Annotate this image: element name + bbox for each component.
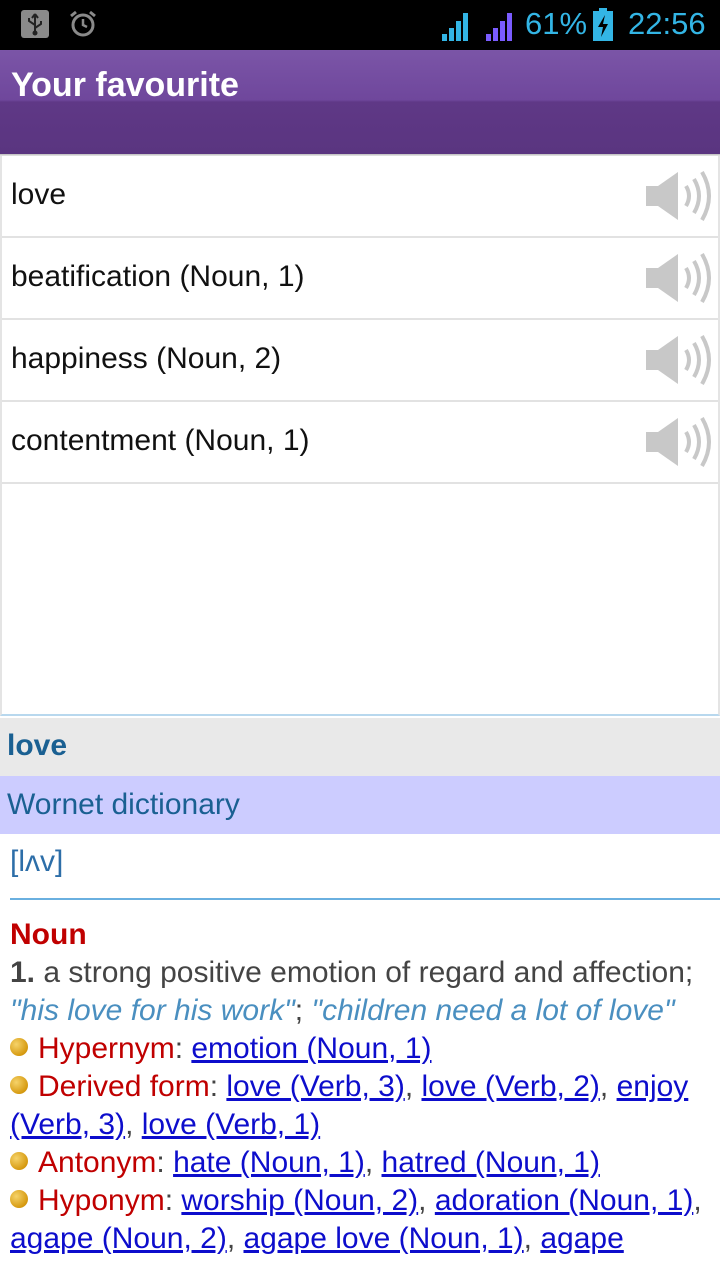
usb-icon (21, 10, 49, 38)
speaker-icon[interactable] (644, 248, 714, 308)
word-link[interactable]: love (Verb, 2) (421, 1070, 599, 1103)
word-title: love (7, 729, 68, 762)
speaker-icon[interactable] (644, 412, 714, 472)
word-link[interactable]: love (Verb, 3) (226, 1070, 404, 1103)
bullet-icon (10, 1152, 28, 1170)
relation-label: Antonym (38, 1146, 157, 1179)
speaker-icon[interactable] (644, 166, 714, 226)
relation-hypernym: Hypernym: emotion (Noun, 1) (10, 1030, 715, 1068)
divider (10, 898, 720, 900)
list-item[interactable]: beatification (Noun, 1) (2, 238, 718, 320)
page-title: Your favourite (11, 66, 239, 104)
bullet-icon (10, 1038, 28, 1056)
sense: 1. a strong positive emotion of regard a… (10, 954, 715, 1030)
bullet-icon (10, 1190, 28, 1208)
list-item[interactable]: love (2, 156, 718, 238)
word-link[interactable]: hatred (Noun, 1) (382, 1146, 600, 1179)
signal-icon (442, 13, 468, 41)
action-bar: Your favourite (0, 50, 720, 154)
word-link[interactable]: emotion (Noun, 1) (191, 1032, 431, 1065)
word-link[interactable]: hate (Noun, 1) (173, 1146, 365, 1179)
word-link[interactable]: love (Verb, 1) (142, 1108, 320, 1141)
speaker-icon[interactable] (644, 330, 714, 390)
list-item-label: contentment (Noun, 1) (11, 424, 310, 457)
relation-derived: Derived form: love (Verb, 3), love (Verb… (10, 1070, 689, 1141)
list-item-label: beatification (Noun, 1) (11, 260, 305, 293)
relation-label: Hypernym (38, 1032, 175, 1065)
example: "children need a lot of love" (311, 994, 675, 1027)
favourites-list: love beatification (Noun, 1) happiness (… (0, 156, 720, 716)
relation-hyponym: Hyponym: worship (Noun, 2), adoration (N… (10, 1184, 702, 1255)
word-link[interactable]: adoration (Noun, 1) (435, 1184, 694, 1217)
word-link[interactable]: agape love (Noun, 1) (243, 1222, 523, 1255)
example: "his love for his work" (10, 994, 295, 1027)
battery-percent: 61% (525, 6, 588, 41)
dictionary-heading: Wornet dictionary (0, 776, 720, 834)
sense-number: 1. (10, 956, 36, 989)
separator: ; (294, 994, 304, 1027)
relation-antonym: Antonym: hate (Noun, 1), hatred (Noun, 1… (10, 1144, 715, 1182)
list-item-label: love (11, 178, 67, 211)
alarm-icon (70, 10, 96, 37)
dictionary-name: Wornet dictionary (7, 788, 240, 821)
word-link[interactable]: agape (540, 1222, 623, 1255)
list-item-label: happiness (Noun, 2) (11, 342, 282, 375)
list-item[interactable]: happiness (Noun, 2) (2, 320, 718, 402)
part-of-speech: Noun (10, 918, 87, 951)
relation-label: Derived form (38, 1070, 210, 1103)
status-bar: 61% 22:56 (0, 0, 720, 50)
word-link[interactable]: worship (Noun, 2) (181, 1184, 418, 1217)
relation-label: Hyponym (38, 1184, 165, 1217)
list-item[interactable]: contentment (Noun, 1) (2, 402, 718, 484)
signal-icon (486, 13, 512, 41)
gloss: a strong positive emotion of regard and … (43, 956, 694, 989)
clock: 22:56 (628, 6, 706, 41)
definition-body: Noun 1. a strong positive emotion of reg… (10, 916, 715, 1258)
word-heading: love (0, 718, 720, 776)
phonetic: [lʌv] (10, 845, 64, 878)
bullet-icon (10, 1076, 28, 1094)
battery-charging-icon (593, 8, 613, 41)
word-link[interactable]: agape (Noun, 2) (10, 1222, 227, 1255)
